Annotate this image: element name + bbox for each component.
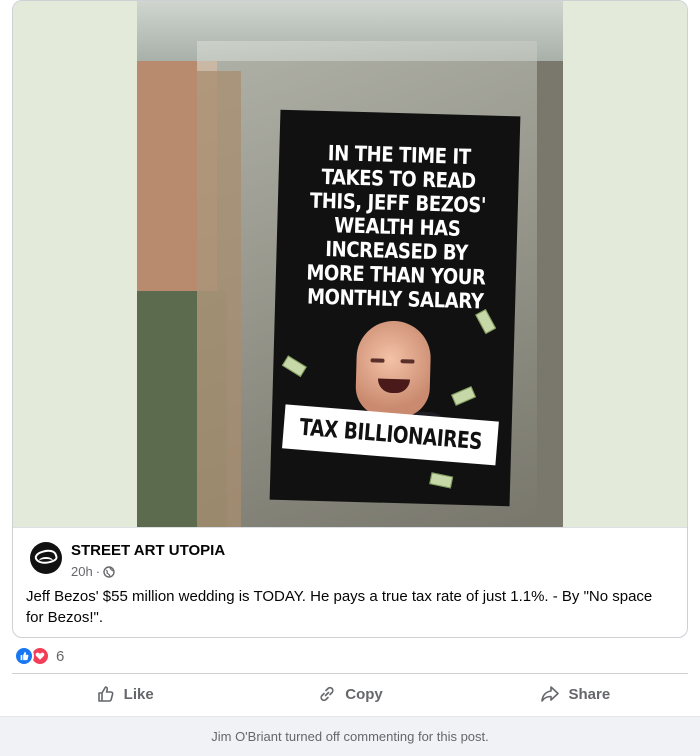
photo-area[interactable]: IN THE TIME IT TAKES TO READ THIS, JEFF … — [13, 1, 687, 527]
post-actions: Like Copy Share — [12, 676, 688, 712]
post-text: Jeff Bezos' $55 million wedding is TODAY… — [26, 588, 653, 626]
protest-poster: IN THE TIME IT TAKES TO READ THIS, JEFF … — [269, 109, 521, 507]
photo-pole — [197, 71, 241, 527]
shared-post-info: STREET ART UTOPIA 20h · Jeff Bezos' $55 … — [13, 527, 687, 637]
copy-label: Copy — [345, 685, 383, 703]
share-label: Share — [568, 685, 611, 703]
globe-icon[interactable] — [103, 565, 115, 578]
poster-face-image — [354, 319, 432, 418]
avatar-logo-mark — [39, 557, 53, 565]
share-arrow-icon — [541, 686, 560, 702]
meta-separator: · — [95, 564, 101, 579]
poster-eye-right — [400, 359, 415, 364]
post-time[interactable]: 20h — [71, 564, 93, 579]
poster-money-bill — [429, 472, 454, 489]
poster-mouth — [377, 378, 411, 394]
reactions-summary[interactable]: 6 — [14, 645, 64, 667]
avatar[interactable] — [30, 542, 62, 574]
reaction-count[interactable]: 6 — [56, 648, 64, 665]
shared-post-card: IN THE TIME IT TAKES TO READ THIS, JEFF … — [12, 0, 688, 638]
page-name[interactable]: STREET ART UTOPIA — [71, 542, 225, 559]
poster-money-bill — [281, 355, 307, 378]
link-icon — [320, 686, 334, 702]
post-photo[interactable]: IN THE TIME IT TAKES TO READ THIS, JEFF … — [137, 1, 563, 527]
comments-disabled-notice: Jim O'Briant turned off commenting for t… — [0, 716, 700, 756]
poster-money-bill — [451, 386, 477, 406]
share-button[interactable]: Share — [463, 676, 688, 712]
like-icon — [14, 646, 34, 666]
like-button[interactable]: Like — [12, 676, 237, 712]
poster-banner-text: TAX BILLIONAIRES — [298, 414, 483, 456]
poster-money-bill — [475, 309, 497, 335]
divider — [12, 673, 688, 674]
thumbs-up-icon — [97, 686, 114, 702]
poster-headline: IN THE TIME IT TAKES TO READ THIS, JEFF … — [306, 141, 487, 314]
poster-eye-left — [370, 358, 385, 363]
post-meta: 20h · — [71, 564, 115, 579]
like-label: Like — [123, 685, 154, 703]
copy-button[interactable]: Copy — [237, 676, 462, 712]
poster-banner: TAX BILLIONAIRES — [282, 404, 499, 466]
